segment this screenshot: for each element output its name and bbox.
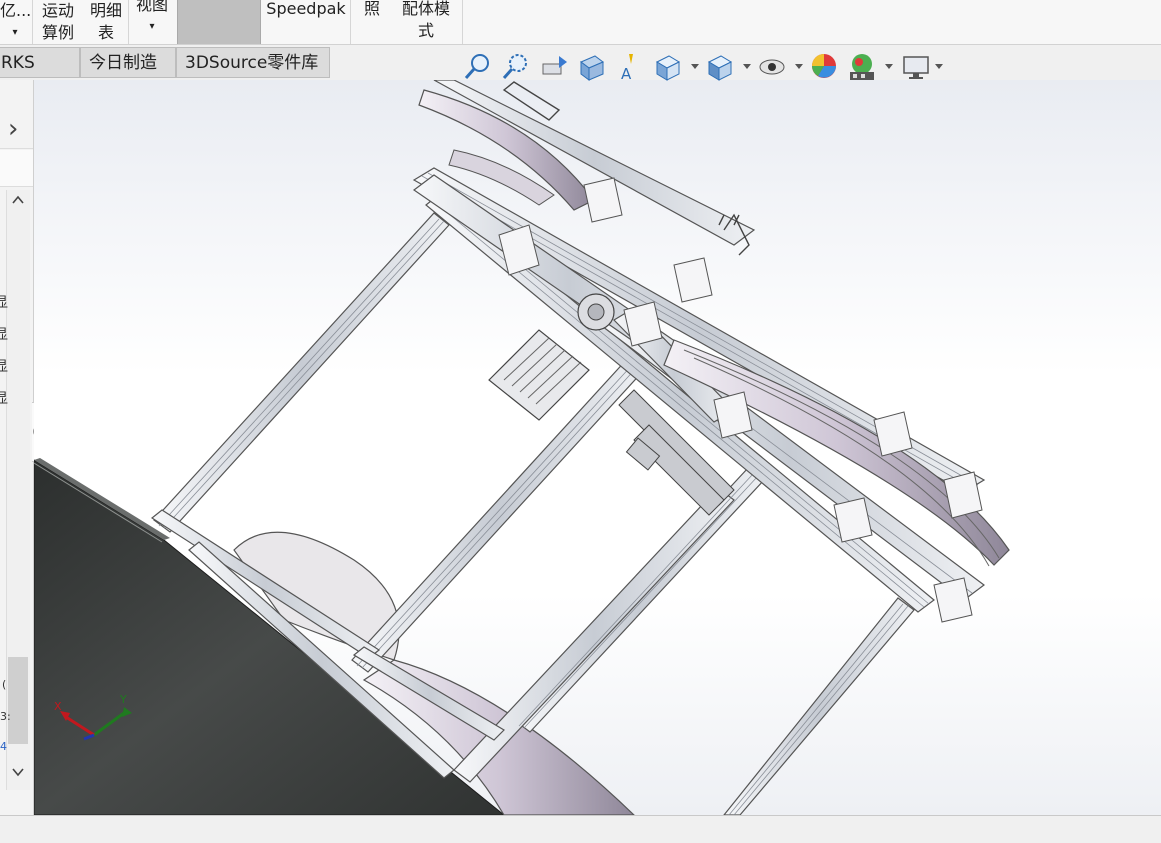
ribbon-placeholder-button[interactable] [177,0,261,44]
scrollbar-thumb[interactable] [8,657,28,744]
panel-row-3[interactable]: 显 [0,356,27,376]
cad-model-view[interactable]: Y X [34,80,1161,815]
chevron-right-icon: › [8,114,19,144]
axis-x-label: X [54,700,62,713]
panel-row-1[interactable]: 显 [0,292,27,312]
chevron-down-icon[interactable] [743,64,751,69]
snapshot-button[interactable]: 照 [358,0,386,42]
tab-3dsource-library[interactable]: 3DSource零件库 [176,47,330,78]
chevron-down-icon: ▾ [12,27,18,38]
apply-scene-icon[interactable] [847,52,877,82]
graphics-area[interactable]: Y X [34,80,1161,815]
chevron-down-icon[interactable] [935,64,943,69]
ribbon-truncated-command[interactable]: 亿... ▾ [0,0,31,44]
chevron-down-icon[interactable] [795,64,803,69]
scroll-up-icon[interactable] [10,192,28,212]
zoom-to-area-icon[interactable] [501,52,531,82]
tab-mbd[interactable]: RKS MBD [0,47,80,104]
scroll-down-icon[interactable] [10,764,28,784]
view-button[interactable]: 视图 ▾ [132,0,172,38]
axis-y-label: Y [119,693,127,706]
view-settings-icon[interactable] [901,52,931,82]
zoom-to-fit-icon[interactable] [463,52,493,82]
hide-show-items-icon[interactable] [757,52,787,82]
display-style-icon[interactable] [705,52,735,82]
dynamic-annotation-icon[interactable]: A [615,52,645,83]
panel-fragment-3: 4 [0,740,7,753]
command-ribbon: 亿... ▾ 运动 算例 明细 表 视图 ▾ Speedpak 照 配体模 式 [0,0,1161,45]
status-bar [0,815,1161,843]
edit-appearance-icon[interactable] [809,52,839,82]
panel-fragment-1: ( [2,678,7,691]
heads-up-view-toolbar: A [463,52,953,84]
speedpak-button[interactable]: Speedpak [266,0,346,42]
panel-expand-button[interactable]: › [0,112,33,149]
motion-study-button[interactable]: 运动 算例 [38,0,78,44]
config-mode-button[interactable]: 配体模 式 [396,0,456,42]
panel-row-2[interactable]: 显 [0,324,27,344]
view-orientation-icon[interactable] [653,52,683,82]
feature-manager-panel: › 显 显 显 显 ( 3: 4 [0,80,47,815]
chevron-down-icon[interactable] [691,64,699,69]
bom-button[interactable]: 明细 表 [86,0,126,44]
section-view-icon[interactable] [577,52,607,82]
svg-text:A: A [621,65,632,82]
previous-view-icon[interactable] [539,52,569,82]
panel-filter-field[interactable] [0,150,33,187]
tab-today-manufacturing[interactable]: 今日制造 [80,47,176,78]
panel-fragment-2: 3: [0,710,11,723]
chevron-down-icon: ▾ [149,21,155,32]
chevron-down-icon[interactable] [885,64,893,69]
panel-row-4[interactable]: 显 [0,388,27,408]
